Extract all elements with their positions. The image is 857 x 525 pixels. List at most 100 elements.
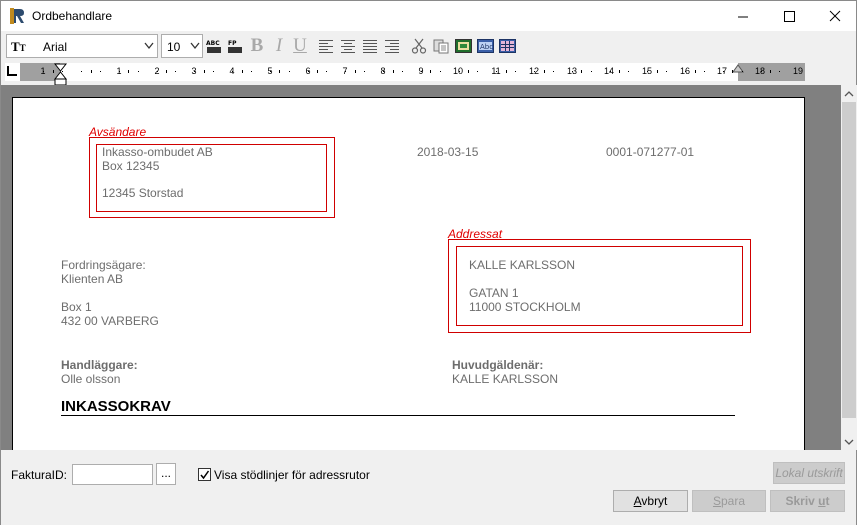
- ruler-tick: [761, 71, 762, 72]
- sender-name: Inkasso-ombudet AB: [102, 145, 213, 159]
- vertical-scrollbar[interactable]: [841, 85, 857, 450]
- ruler-tick: [421, 71, 422, 72]
- print-button[interactable]: Skriv ut: [770, 490, 845, 512]
- font-size-select[interactable]: 10: [161, 34, 203, 58]
- addressee-city: 11000 STOCKHOLM: [469, 300, 581, 314]
- save-button[interactable]: Spara: [692, 490, 766, 512]
- ruler-tick: [515, 71, 516, 72]
- ruler-tick: [685, 71, 686, 72]
- ruler-tick: [175, 71, 176, 72]
- save-button-label: para: [720, 494, 746, 508]
- ruler-tick: [166, 70, 167, 73]
- ruler-tick: [279, 70, 280, 73]
- ruler-tick: [119, 71, 120, 72]
- app-icon: [10, 8, 24, 24]
- browse-button[interactable]: ...: [156, 463, 176, 485]
- ruler-tick: [383, 71, 384, 72]
- font-size-value: 10: [167, 40, 181, 54]
- faktura-id-input[interactable]: [72, 464, 153, 485]
- maximize-icon: [783, 10, 795, 22]
- ruler-tick: [308, 71, 309, 72]
- ruler-tick: [723, 71, 724, 72]
- ruler-tick: [43, 71, 44, 72]
- ruler-tick: [704, 71, 705, 72]
- maximize-button[interactable]: [766, 1, 812, 31]
- image-insert-icon[interactable]: [454, 37, 472, 55]
- scroll-down-button[interactable]: [841, 433, 857, 450]
- document-heading: INKASSOKRAV: [61, 398, 171, 415]
- minimize-button[interactable]: [720, 1, 766, 31]
- cut-icon[interactable]: [410, 37, 428, 55]
- ruler-number: 18: [754, 66, 765, 76]
- indent-marker-icon[interactable]: [54, 63, 68, 87]
- ruler-tick: [232, 71, 233, 72]
- title-bar: Ordbehandlare: [1, 1, 856, 31]
- debtor-name: KALLE KARLSSON: [452, 372, 559, 386]
- field-insert-icon[interactable]: FP: [226, 37, 244, 55]
- ruler-tick: [128, 70, 129, 73]
- underline-icon[interactable]: U: [291, 36, 309, 55]
- ruler-tick: [628, 71, 629, 72]
- creditor-label: Fordringsägare:: [61, 258, 146, 272]
- guidelines-checkbox-label[interactable]: Visa stödlinjer för adressrutor: [214, 468, 370, 482]
- tab-stop-marker-icon[interactable]: [7, 66, 17, 76]
- ruler-tick: [779, 71, 780, 72]
- ruler-tick: [138, 71, 139, 72]
- scrollbar-thumb[interactable]: [842, 102, 856, 418]
- document-page[interactable]: Avsändare Inkasso-ombudet AB Box 12345 1…: [12, 97, 805, 457]
- guidelines-checkbox[interactable]: [198, 468, 211, 481]
- align-justify-icon[interactable]: [361, 37, 379, 55]
- spellcheck-icon[interactable]: ABC: [205, 37, 223, 55]
- chevron-down-icon: [190, 42, 200, 50]
- local-print-button[interactable]: Lokal utskrift: [773, 462, 845, 484]
- text-box-icon[interactable]: Abc: [476, 37, 494, 55]
- align-right-icon[interactable]: [383, 37, 401, 55]
- ruler-tick: [770, 70, 771, 73]
- ruler-number: 19: [792, 66, 803, 76]
- checkmark-icon: [200, 470, 210, 480]
- ruler-tick: [157, 71, 158, 72]
- ruler-tick: [657, 70, 658, 73]
- ruler-tick: [695, 70, 696, 73]
- reference-number: 0001-071277-01: [606, 145, 695, 159]
- ruler-tick: [204, 70, 205, 73]
- ruler-number: 17: [716, 66, 727, 76]
- ruler-tick: [326, 71, 327, 72]
- document-date: 2018-03-15: [417, 145, 479, 159]
- cancel-button[interactable]: Avbryt: [613, 490, 688, 512]
- close-icon: [829, 10, 841, 22]
- ruler-tick: [732, 70, 733, 73]
- ruler-tick: [468, 70, 469, 73]
- ruler[interactable]: 1 1 2 3 4 5 6 7 8 9 10 11 12 13 14 15 16…: [5, 63, 805, 86]
- ruler-tick: [572, 71, 573, 72]
- creditor-name: Klienten AB: [61, 272, 124, 286]
- ruler-tick: [544, 70, 545, 73]
- scroll-up-button[interactable]: [841, 85, 857, 102]
- align-left-icon[interactable]: [317, 37, 335, 55]
- ruler-number: 10: [452, 66, 463, 76]
- ruler-tick: [742, 71, 743, 72]
- ruler-tick: [581, 70, 582, 73]
- paste-icon[interactable]: [432, 37, 450, 55]
- font-family-select[interactable]: TT Arial: [6, 34, 158, 58]
- bold-icon[interactable]: B: [248, 36, 266, 55]
- table-icon[interactable]: [498, 37, 516, 55]
- close-button[interactable]: [812, 1, 857, 31]
- ruler-tick: [100, 71, 101, 72]
- italic-icon[interactable]: I: [270, 36, 288, 55]
- print-button-label: Skriv ut: [785, 494, 830, 508]
- ruler-tick: [242, 70, 243, 73]
- ruler-tick: [345, 71, 346, 72]
- align-center-icon[interactable]: [339, 37, 357, 55]
- sender-city: 12345 Storstad: [102, 186, 184, 200]
- svg-text:FP: FP: [228, 40, 237, 47]
- ruler-tick: [430, 70, 431, 73]
- ruler-tick: [53, 70, 54, 73]
- ruler-tick: [610, 71, 611, 72]
- handler-name: Olle olsson: [61, 372, 121, 386]
- ruler-tick: [666, 71, 667, 72]
- ruler-tick: [251, 71, 252, 72]
- ruler-tick: [91, 70, 92, 73]
- cancel-button-label: vbryt: [641, 494, 668, 508]
- ruler-tick: [289, 71, 290, 72]
